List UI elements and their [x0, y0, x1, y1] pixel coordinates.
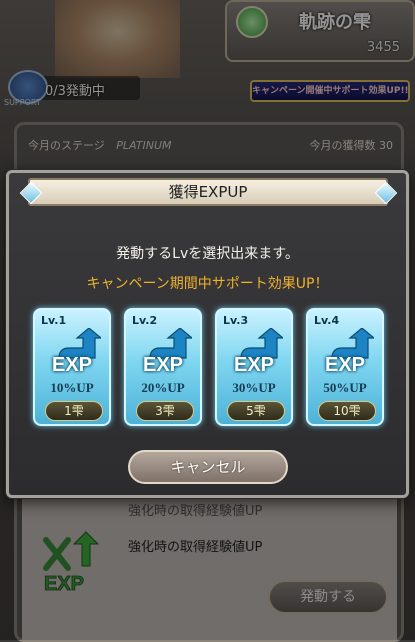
exp-icon-text: EXP: [233, 354, 275, 376]
level-option-2[interactable]: Lv.2 EXP 20%UP 3雫: [124, 308, 202, 426]
cancel-button[interactable]: キャンセル: [128, 450, 288, 484]
level-option-3[interactable]: Lv.3 EXP 30%UP 5雫: [215, 308, 293, 426]
cost-badge: 10雫: [318, 401, 376, 421]
effect-label: 20%UP: [141, 380, 185, 395]
dialog-title: 獲得EXPUP: [168, 183, 248, 201]
cost-badge: 5雫: [227, 401, 285, 421]
level-option-1[interactable]: Lv.1 EXP 10%UP 1雫: [33, 308, 111, 426]
effect-label: 30%UP: [232, 380, 276, 395]
exp-icon-text: EXP: [51, 354, 93, 376]
cost-badge: 1雫: [45, 401, 103, 421]
campaign-message: キャンペーン期間中サポート効果UP！: [86, 276, 329, 292]
level-label: Lv.3: [223, 314, 249, 327]
exp-icon-text: EXP: [324, 354, 366, 376]
level-label: Lv.1: [41, 314, 67, 327]
level-option-4[interactable]: Lv.4 EXP 50%UP 10雫: [306, 308, 384, 426]
level-label: Lv.2: [132, 314, 158, 327]
effect-label: 10%UP: [50, 380, 94, 395]
cost-badge: 3雫: [136, 401, 194, 421]
effect-label: 50%UP: [323, 380, 367, 395]
level-label: Lv.4: [314, 314, 340, 327]
dialog-message: 発動するLvを選択出来ます。: [116, 246, 299, 262]
exp-icon-text: EXP: [142, 354, 184, 376]
